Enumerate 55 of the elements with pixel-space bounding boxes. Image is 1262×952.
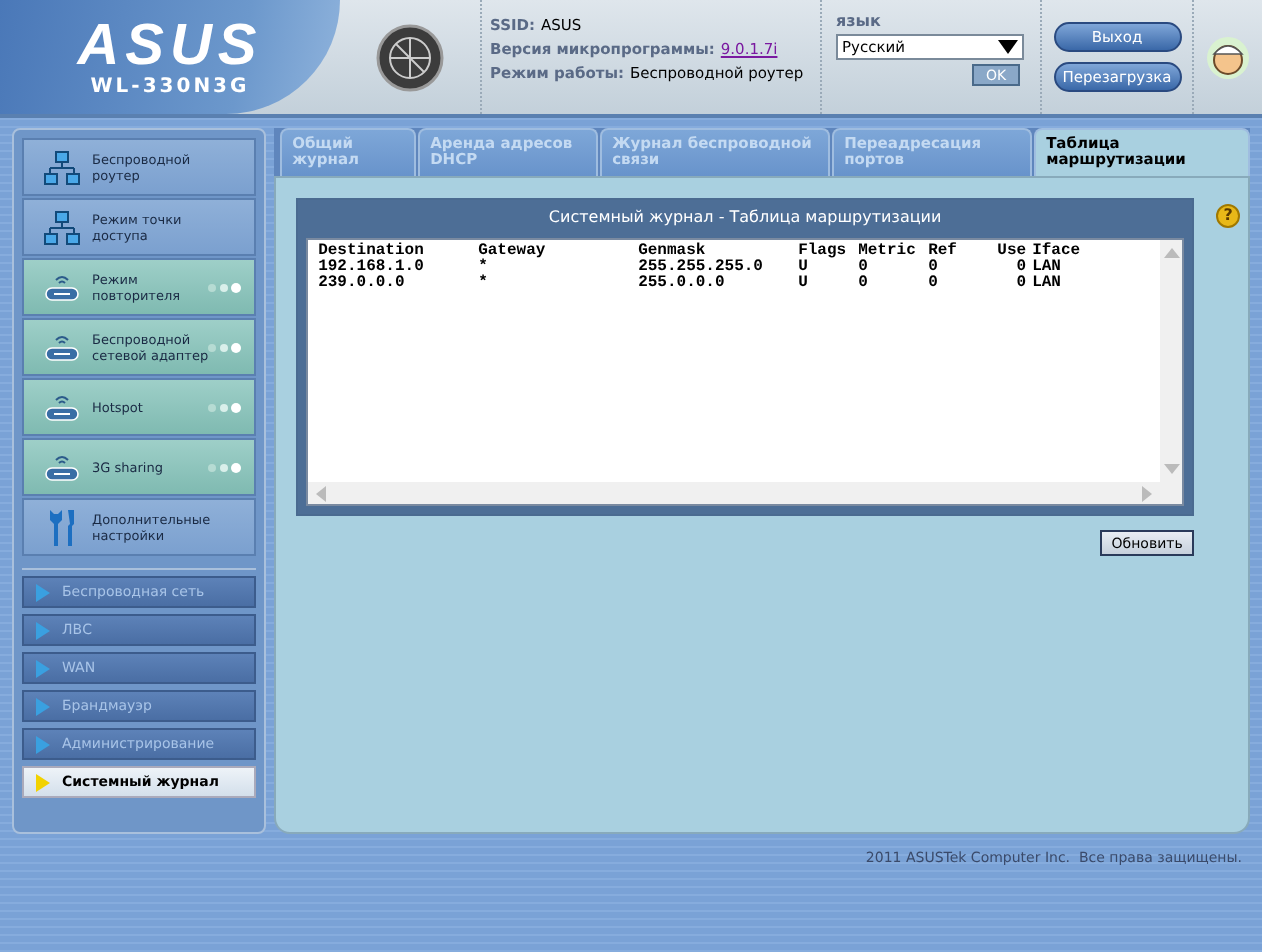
- panel-title: Системный журнал - Таблица маршрутизации: [546, 206, 944, 230]
- table-cell-text: 239.0.0.0: [318, 276, 407, 292]
- triangle-icon: [36, 659, 50, 677]
- column-header: Iface: [1032, 244, 1083, 260]
- table-cell-text: 0: [928, 260, 940, 276]
- wireless-device-icon: [44, 271, 80, 303]
- table-cell-text: 0: [1014, 260, 1029, 276]
- column-header: Destination: [318, 244, 426, 260]
- model-name: WL-330N3G: [90, 76, 250, 98]
- dots-icon: [206, 282, 243, 294]
- table-cell-text: U: [798, 276, 810, 292]
- table-cell-text: 0: [858, 276, 870, 292]
- horizontal-scrollbar[interactable]: [308, 482, 1183, 504]
- scroll-down-icon[interactable]: [1163, 464, 1180, 476]
- dots-icon: [206, 402, 243, 414]
- network-icon: [44, 209, 80, 245]
- mascot-icon: [1206, 35, 1250, 79]
- triangle-icon: [36, 735, 50, 753]
- column-header: Use: [995, 244, 1029, 260]
- table-cell-text: 255.0.0.0: [638, 276, 727, 292]
- globe-icon: [376, 23, 444, 91]
- brand-logo: ASUS: [77, 16, 263, 76]
- dots-icon: [206, 462, 243, 474]
- help-icon[interactable]: ?: [1216, 204, 1241, 228]
- table-cell-text: *: [478, 276, 490, 292]
- scroll-left-icon[interactable]: [314, 485, 327, 501]
- column-header: Metric: [858, 244, 918, 260]
- wireless-device-icon: [44, 391, 80, 423]
- scroll-right-icon[interactable]: [1142, 485, 1155, 501]
- column-header: Genmask: [638, 244, 706, 260]
- triangle-icon: [36, 773, 50, 791]
- language-label: язык: [836, 12, 883, 30]
- table-cell-text: LAN: [1032, 276, 1063, 292]
- dropdown-arrow-icon[interactable]: [998, 40, 1018, 54]
- vertical-scrollbar[interactable]: [1160, 240, 1183, 482]
- table-cell-text: *: [478, 260, 490, 276]
- triangle-icon: [36, 621, 50, 639]
- table-cell-text: LAN: [1032, 260, 1063, 276]
- dots-icon: [206, 342, 243, 354]
- column-header: Gateway: [478, 244, 548, 260]
- table-cell-text: 0: [928, 276, 940, 292]
- column-header: Ref: [928, 244, 959, 260]
- table-cell-text: 192.168.1.0: [318, 260, 426, 276]
- table-cell-text: 0: [1014, 276, 1029, 292]
- column-header: Flags: [798, 244, 849, 260]
- triangle-icon: [36, 583, 50, 601]
- network-icon: [44, 149, 80, 185]
- scroll-up-icon[interactable]: [1163, 246, 1180, 258]
- table-cell-text: 255.255.255.0: [638, 260, 765, 276]
- table-cell-text: 0: [858, 260, 870, 276]
- tools-icon: [44, 507, 80, 547]
- wireless-device-icon: [44, 331, 80, 363]
- triangle-icon: [36, 697, 50, 715]
- wireless-device-icon: [44, 451, 80, 483]
- table-cell-text: U: [798, 260, 810, 276]
